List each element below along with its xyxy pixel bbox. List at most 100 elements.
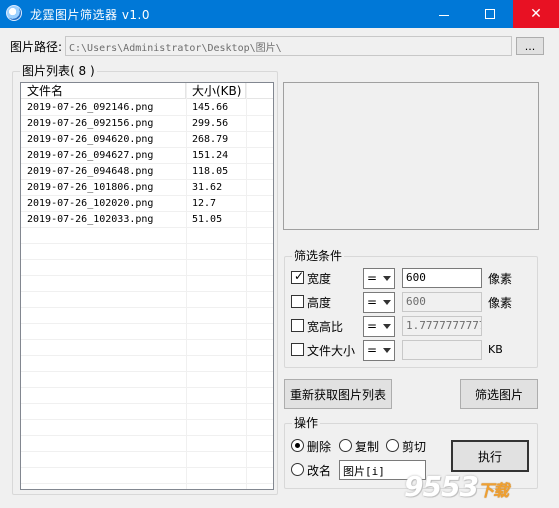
- ratio-operator-select[interactable]: =: [363, 316, 395, 337]
- cell-size: 118.05: [192, 166, 229, 177]
- empty-row: [21, 308, 273, 324]
- cell-filename: 2019-07-26_092146.png: [27, 102, 154, 113]
- cell-size: 151.24: [192, 150, 229, 161]
- height-operator-value: =: [367, 295, 378, 309]
- filter-group-title: 筛选条件: [292, 249, 345, 263]
- width-value-field[interactable]: 600: [402, 268, 482, 288]
- chevron-down-icon: [383, 300, 391, 305]
- filesize-operator-value: =: [367, 343, 378, 357]
- checkmark-icon: ✓: [294, 269, 305, 283]
- height-checkbox[interactable]: [291, 295, 304, 308]
- ratio-value-field[interactable]: 1.7777777777: [402, 316, 482, 336]
- execute-button[interactable]: 执行: [451, 440, 529, 472]
- filter-images-button[interactable]: 筛选图片: [460, 379, 538, 409]
- column-header-size[interactable]: 大小(KB): [186, 83, 246, 99]
- empty-row: [21, 420, 273, 436]
- chevron-down-icon: [383, 276, 391, 281]
- empty-row: [21, 388, 273, 404]
- delete-label: 删除: [307, 440, 332, 454]
- cell-filename: 2019-07-26_102020.png: [27, 198, 154, 209]
- filesize-operator-select[interactable]: =: [363, 340, 395, 361]
- table-row[interactable]: 2019-07-26_101806.png 31.62: [21, 180, 273, 196]
- filesize-value-field[interactable]: [402, 340, 482, 360]
- close-button[interactable]: ✕: [513, 0, 559, 28]
- filesize-unit: KB: [488, 343, 503, 356]
- cell-size: 299.56: [192, 118, 229, 129]
- maximize-icon: [485, 9, 495, 19]
- rename-radio[interactable]: [291, 463, 304, 476]
- cell-filename: 2019-07-26_102033.png: [27, 214, 154, 225]
- column-header-filename[interactable]: 文件名: [21, 83, 186, 99]
- empty-row: [21, 372, 273, 388]
- cell-size: 51.05: [192, 214, 223, 225]
- width-operator-value: =: [367, 271, 378, 285]
- site-watermark: 9553下载: [404, 470, 509, 503]
- empty-row: [21, 228, 273, 244]
- filesize-checkbox[interactable]: [291, 343, 304, 356]
- path-label: 图片路径:: [10, 40, 63, 54]
- cell-size: 268.79: [192, 134, 229, 145]
- filesize-label: 文件大小: [307, 344, 356, 358]
- height-operator-select[interactable]: =: [363, 292, 395, 313]
- cell-filename: 2019-07-26_092156.png: [27, 118, 154, 129]
- minimize-button[interactable]: [421, 0, 467, 28]
- height-unit: 像素: [488, 296, 513, 310]
- cell-filename: 2019-07-26_094648.png: [27, 166, 154, 177]
- copy-radio[interactable]: [339, 439, 352, 452]
- cell-size: 31.62: [192, 182, 223, 193]
- maximize-button[interactable]: [467, 0, 513, 28]
- path-field[interactable]: C:\Users\Administrator\Desktop\图片\: [65, 36, 512, 56]
- minimize-icon: [439, 14, 449, 16]
- empty-row: [21, 356, 273, 372]
- image-list[interactable]: 文件名 大小(KB) 2019-07-26_092146.png 145.66 2…: [20, 82, 274, 490]
- rename-label: 改名: [307, 464, 332, 478]
- cell-size: 145.66: [192, 102, 229, 113]
- copy-label: 复制: [355, 440, 380, 454]
- browse-button[interactable]: ...: [516, 37, 544, 55]
- list-header: 文件名 大小(KB): [21, 83, 273, 99]
- empty-row: [21, 404, 273, 420]
- height-value-field[interactable]: 600: [402, 292, 482, 312]
- delete-radio[interactable]: [291, 439, 304, 452]
- ratio-checkbox[interactable]: [291, 319, 304, 332]
- cell-filename: 2019-07-26_094620.png: [27, 134, 154, 145]
- empty-row: [21, 340, 273, 356]
- cut-radio[interactable]: [386, 439, 399, 452]
- refresh-list-button[interactable]: 重新获取图片列表: [284, 379, 392, 409]
- empty-row: [21, 452, 273, 468]
- magnifier-icon: [6, 5, 22, 21]
- watermark-suffix: 下载: [477, 481, 509, 500]
- width-operator-select[interactable]: =: [363, 268, 395, 289]
- ratio-operator-value: =: [367, 319, 378, 333]
- empty-row: [21, 276, 273, 292]
- operation-group-title: 操作: [292, 416, 321, 430]
- empty-row: [21, 292, 273, 308]
- cell-size: 12.7: [192, 198, 217, 209]
- image-preview: [283, 82, 539, 230]
- width-label: 宽度: [307, 272, 332, 286]
- empty-row: [21, 324, 273, 340]
- title-bar[interactable]: 龙霆图片筛选器 v1.0 ✕: [0, 0, 559, 28]
- table-row[interactable]: 2019-07-26_102020.png 12.7: [21, 196, 273, 212]
- radio-selected-dot: [295, 443, 300, 448]
- table-row[interactable]: 2019-07-26_094648.png 118.05: [21, 164, 273, 180]
- cell-filename: 2019-07-26_101806.png: [27, 182, 154, 193]
- empty-row: [21, 244, 273, 260]
- chevron-down-icon: [383, 324, 391, 329]
- close-icon: ✕: [530, 6, 542, 22]
- image-list-title: 图片列表( 8 ): [20, 64, 97, 78]
- table-row[interactable]: 2019-07-26_094620.png 268.79: [21, 132, 273, 148]
- table-row[interactable]: 2019-07-26_094627.png 151.24: [21, 148, 273, 164]
- width-checkbox[interactable]: ✓: [291, 269, 305, 284]
- chevron-down-icon: [383, 348, 391, 353]
- empty-row: [21, 260, 273, 276]
- width-unit: 像素: [488, 272, 513, 286]
- height-label: 高度: [307, 296, 332, 310]
- window-title: 龙霆图片筛选器 v1.0: [30, 8, 151, 22]
- empty-row: [21, 436, 273, 452]
- table-row[interactable]: 2019-07-26_092146.png 145.66: [21, 100, 273, 116]
- cut-label: 剪切: [402, 440, 427, 454]
- table-row[interactable]: 2019-07-26_092156.png 299.56: [21, 116, 273, 132]
- table-row[interactable]: 2019-07-26_102033.png 51.05: [21, 212, 273, 228]
- watermark-number: 9553: [404, 470, 479, 503]
